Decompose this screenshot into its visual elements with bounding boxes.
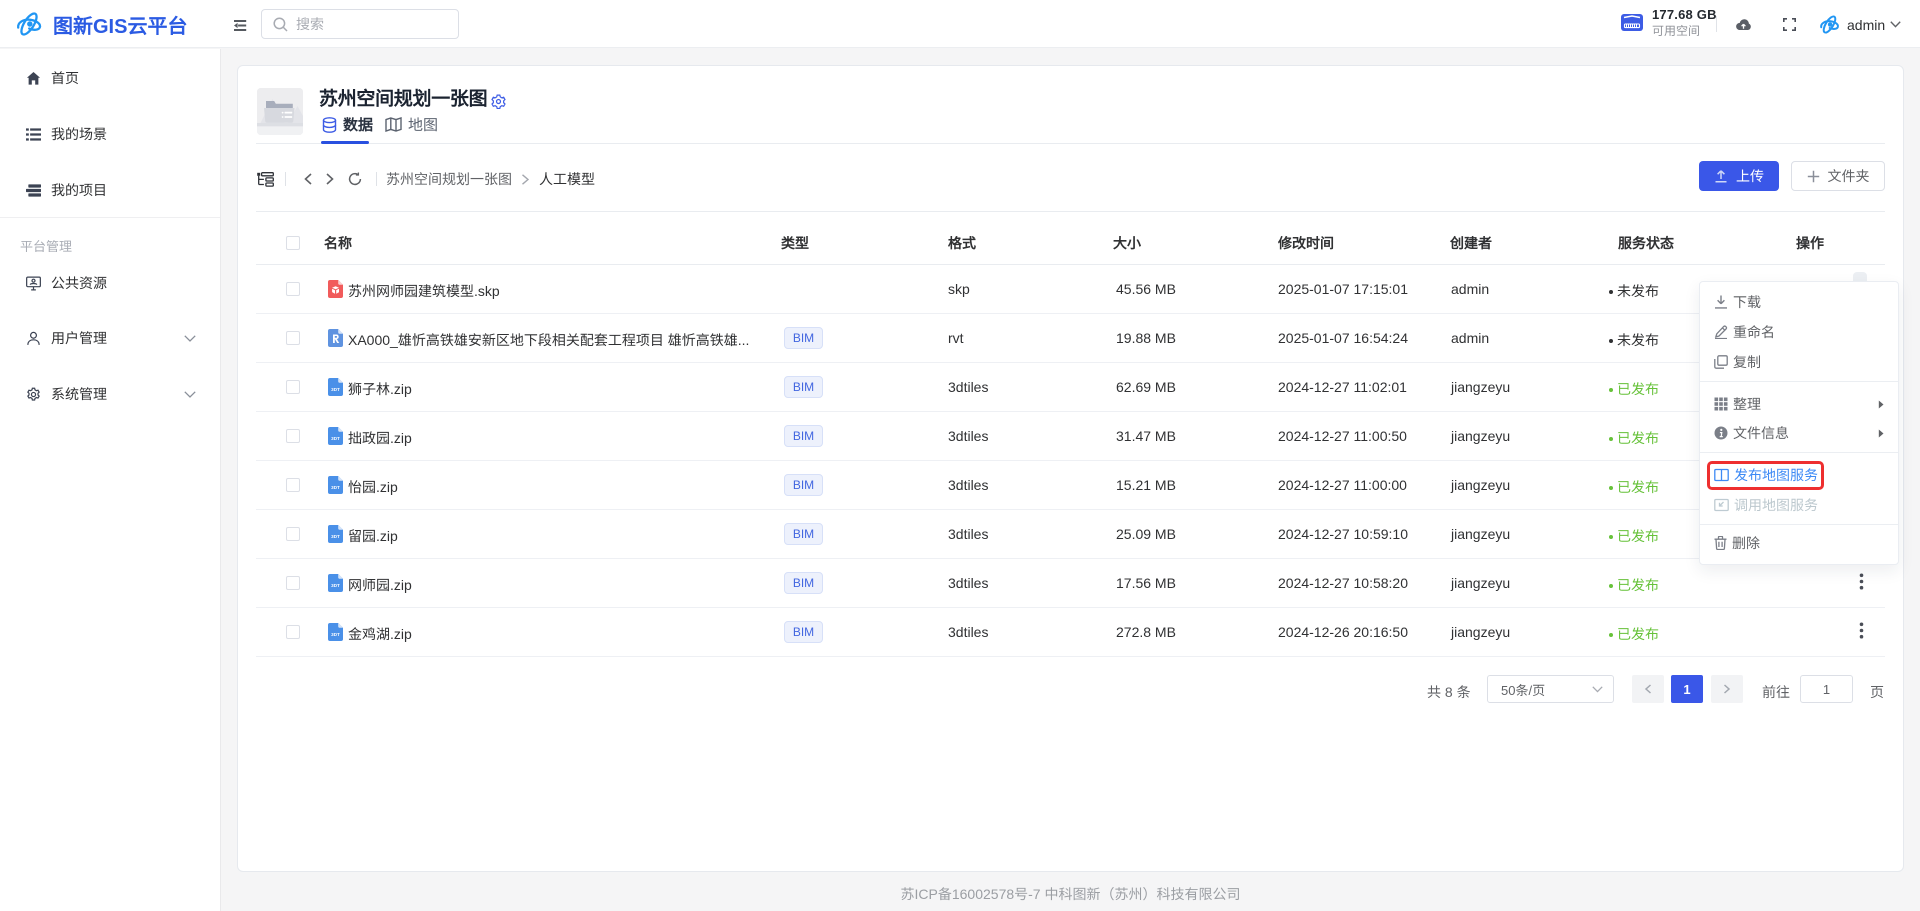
svg-text:3DT: 3DT [331,534,340,539]
svg-text:3DT: 3DT [331,485,340,490]
svg-text:3DT: 3DT [331,436,340,441]
svg-text:3DT: 3DT [331,583,340,588]
svg-text:3DT: 3DT [331,632,340,637]
svg-text:3DT: 3DT [331,387,340,392]
